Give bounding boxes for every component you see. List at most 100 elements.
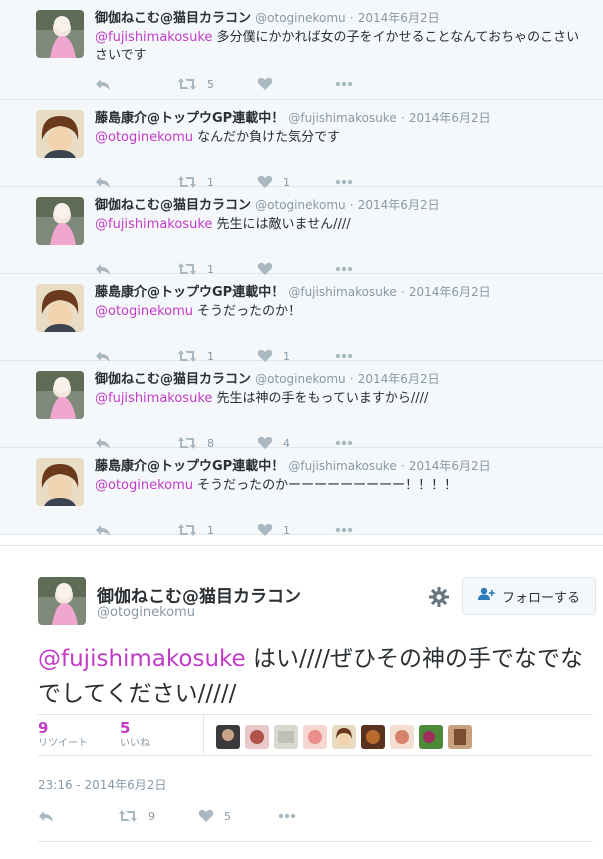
retweet-button[interactable]: 9: [118, 808, 155, 824]
user-handle[interactable]: @otoginekomu: [97, 605, 195, 620]
retweet-icon: [177, 523, 197, 537]
more-icon: [335, 179, 353, 185]
tweet-date[interactable]: 2014年6月2日: [358, 11, 440, 25]
retweet-count: 5: [207, 77, 214, 91]
more-icon: [335, 81, 353, 87]
user-handle[interactable]: @fujishimakosuke: [288, 111, 396, 125]
liker-avatar[interactable]: [274, 725, 298, 749]
thread-tweet[interactable]: 藤島康介@トップウGP連載中！ @fujishimakosuke · 2014年…: [0, 100, 603, 189]
tweet-text: @otoginekomu なんだか負けた気分です: [95, 129, 589, 147]
mention-link[interactable]: @otoginekomu: [95, 478, 193, 493]
avatar[interactable]: [36, 10, 84, 58]
like-button[interactable]: 5: [198, 808, 231, 824]
tweet-text: @fujishimakosuke 先生は神の手をもっていますから////: [95, 390, 589, 408]
liker-avatar[interactable]: [448, 725, 472, 749]
thread-tweet[interactable]: 御伽ねこむ@猫目カラコン @otoginekomu · 2014年6月2日 @f…: [0, 187, 603, 276]
more-icon: [335, 527, 353, 533]
mention-link[interactable]: @fujishimakosuke: [95, 391, 212, 406]
avatar[interactable]: [36, 110, 84, 158]
thread-tweet[interactable]: 藤島康介@トップウGP連載中！ @fujishimakosuke · 2014年…: [0, 448, 603, 538]
liker-avatar[interactable]: [419, 725, 443, 749]
like-button[interactable]: [257, 76, 283, 92]
tweet-text: @fujishimakosuke 先生には敵いません////: [95, 216, 589, 234]
liker-avatar[interactable]: [361, 725, 385, 749]
reply-button[interactable]: [95, 522, 111, 538]
reply-icon: [95, 77, 111, 91]
user-name[interactable]: 藤島康介@トップウGP連載中！: [95, 459, 284, 474]
liker-avatars: [216, 725, 477, 749]
thread-tweet[interactable]: 藤島康介@トップウGP連載中！ @fujishimakosuke · 2014年…: [0, 274, 603, 363]
reply-icon: [95, 523, 111, 537]
liker-avatar[interactable]: [332, 725, 356, 749]
tweet-date[interactable]: 2014年6月2日: [358, 372, 440, 386]
follow-button[interactable]: フォローする: [462, 577, 596, 615]
mention-link[interactable]: @otoginekomu: [95, 130, 193, 145]
more-icon: [335, 440, 353, 446]
more-button[interactable]: [335, 76, 353, 92]
user-name[interactable]: 御伽ねこむ@猫目カラコン: [95, 372, 251, 387]
retweet-button[interactable]: 5: [177, 76, 214, 92]
heart-icon: [257, 77, 273, 91]
tweet-date[interactable]: 2014年6月2日: [409, 459, 491, 473]
retweet-icon: [177, 77, 197, 91]
separator: ·: [349, 372, 354, 386]
tweet-stats: 9 リツイート 5 いいね: [38, 714, 593, 756]
gear-icon[interactable]: [428, 586, 450, 608]
liker-avatar[interactable]: [245, 725, 269, 749]
liker-avatar[interactable]: [390, 725, 414, 749]
user-handle[interactable]: @otoginekomu: [255, 198, 346, 212]
mention-link[interactable]: @otoginekomu: [95, 304, 193, 319]
avatar[interactable]: [36, 284, 84, 332]
main-tweet: 御伽ねこむ@猫目カラコン @otoginekomu フォローする @fujish…: [0, 545, 603, 859]
avatar[interactable]: [36, 371, 84, 419]
user-name[interactable]: 御伽ねこむ@猫目カラコン: [97, 582, 301, 607]
reply-button[interactable]: [95, 76, 111, 92]
user-name[interactable]: 御伽ねこむ@猫目カラコン: [95, 11, 251, 26]
like-button[interactable]: 1: [257, 522, 290, 538]
separator: ·: [349, 11, 354, 25]
user-handle[interactable]: @otoginekomu: [255, 11, 346, 25]
liker-avatar[interactable]: [216, 725, 240, 749]
user-name[interactable]: 御伽ねこむ@猫目カラコン: [95, 198, 251, 213]
retweet-stat[interactable]: 9 リツイート: [38, 719, 88, 751]
like-total: 5: [120, 719, 131, 737]
liker-avatar[interactable]: [303, 725, 327, 749]
more-icon: [335, 353, 353, 359]
avatar[interactable]: [36, 197, 84, 245]
mention-link[interactable]: @fujishimakosuke: [38, 646, 246, 672]
follow-person-icon: [477, 587, 496, 605]
mention-link[interactable]: @fujishimakosuke: [95, 217, 212, 232]
thread-tweet[interactable]: 御伽ねこむ@猫目カラコン @otoginekomu · 2014年6月2日 @f…: [0, 361, 603, 450]
tweet-actions: 9 5: [38, 808, 593, 824]
avatar[interactable]: [38, 577, 86, 625]
user-name[interactable]: 藤島康介@トップウGP連載中！: [95, 285, 284, 300]
tweet-date[interactable]: 2014年6月2日: [358, 198, 440, 212]
reply-button[interactable]: [38, 808, 54, 824]
mention-link[interactable]: @fujishimakosuke: [95, 30, 212, 45]
heart-icon: [198, 809, 214, 823]
follow-label: フォローする: [501, 590, 580, 606]
tweet-date[interactable]: 2014年6月2日: [409, 285, 491, 299]
divider: [38, 841, 593, 842]
user-handle[interactable]: @fujishimakosuke: [288, 285, 396, 299]
retweet-button[interactable]: 1: [177, 522, 214, 538]
more-button[interactable]: [335, 522, 353, 538]
user-name[interactable]: 藤島康介@トップウGP連載中！: [95, 111, 284, 126]
user-handle[interactable]: @otoginekomu: [255, 372, 346, 386]
tweet-body: 先生には敵いません////: [212, 217, 351, 232]
more-button[interactable]: [278, 808, 296, 824]
separator: ·: [349, 198, 354, 212]
retweet-count: 9: [148, 809, 155, 823]
heart-icon: [257, 523, 273, 537]
retweet-count: 1: [207, 523, 214, 537]
user-handle[interactable]: @fujishimakosuke: [288, 459, 396, 473]
thread-tweet[interactable]: 御伽ねこむ@猫目カラコン @otoginekomu · 2014年6月2日 @f…: [0, 0, 603, 100]
retweet-icon: [118, 809, 138, 823]
tweet-date[interactable]: 2014年6月2日: [409, 111, 491, 125]
like-stat[interactable]: 5 いいね: [120, 719, 150, 751]
divider: [203, 715, 204, 755]
tweet-actions: 1 1: [95, 522, 395, 538]
avatar[interactable]: [36, 458, 84, 506]
tweet-timestamp[interactable]: 23:16 - 2014年6月2日: [38, 776, 166, 793]
tweet-text: @otoginekomu そうだったのかーーーーーーーーー！！！！: [95, 477, 589, 495]
